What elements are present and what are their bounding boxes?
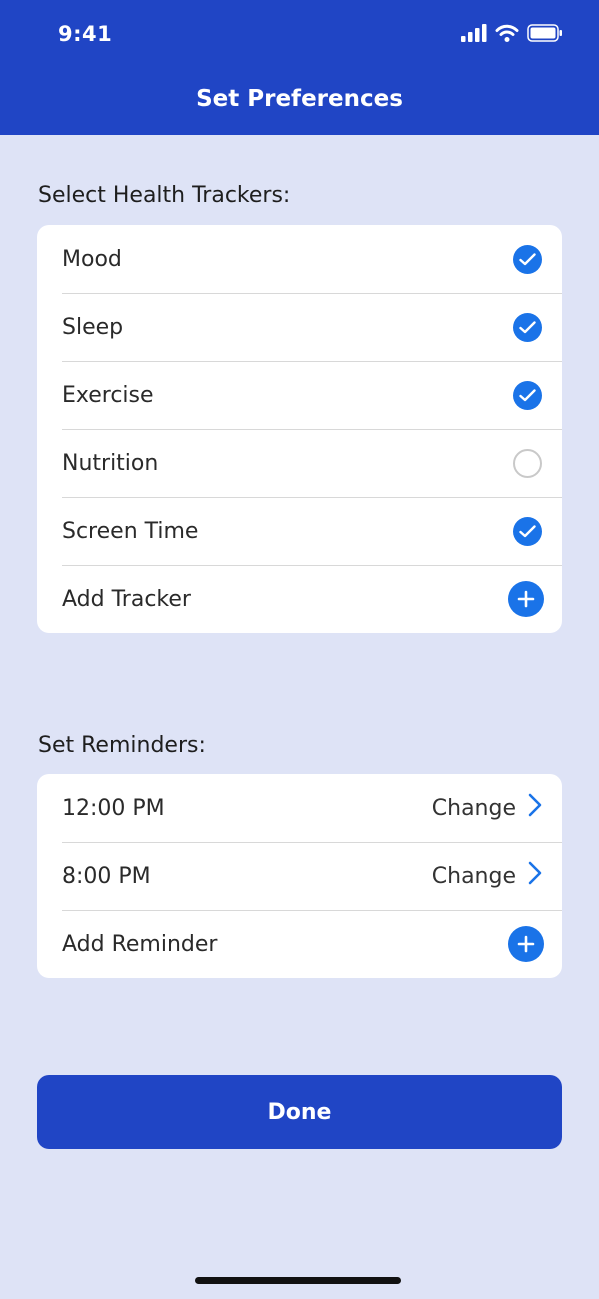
reminders-list: 12:00 PM Change 8:00 PM Change Add Remin…: [37, 774, 562, 978]
checkmark-icon[interactable]: [513, 244, 542, 274]
add-reminder-label: Add Reminder: [62, 931, 218, 957]
unchecked-circle-icon[interactable]: [513, 448, 542, 478]
chevron-right-icon: [528, 861, 542, 891]
trackers-list: Mood Sleep Exercise Nutrition Screen Tim…: [37, 225, 562, 633]
reminders-section-title: Set Reminders:: [38, 733, 206, 758]
checkmark-icon[interactable]: [513, 312, 542, 342]
checkmark-icon[interactable]: [513, 516, 542, 546]
add-reminder-row[interactable]: Add Reminder: [37, 910, 562, 978]
tracker-row-mood[interactable]: Mood: [37, 225, 562, 293]
done-button[interactable]: Done: [37, 1075, 562, 1149]
change-button[interactable]: Change: [432, 861, 542, 891]
tracker-row-nutrition[interactable]: Nutrition: [37, 429, 562, 497]
status-time: 9:41: [58, 22, 113, 46]
tracker-row-screen-time[interactable]: Screen Time: [37, 497, 562, 565]
add-tracker-label: Add Tracker: [62, 586, 191, 612]
tracker-label: Exercise: [62, 382, 154, 408]
tracker-label: Mood: [62, 246, 122, 272]
plus-icon[interactable]: [508, 581, 544, 617]
reminder-row[interactable]: 12:00 PM Change: [37, 774, 562, 842]
wifi-icon: [495, 24, 519, 46]
home-indicator: [195, 1277, 401, 1284]
tracker-row-exercise[interactable]: Exercise: [37, 361, 562, 429]
reminder-time: 12:00 PM: [62, 795, 165, 821]
change-button[interactable]: Change: [432, 793, 542, 823]
plus-icon[interactable]: [508, 926, 544, 962]
tracker-label: Sleep: [62, 314, 124, 340]
status-icons: [461, 24, 563, 46]
checkmark-icon[interactable]: [513, 380, 542, 410]
trackers-section-title: Select Health Trackers:: [38, 183, 291, 208]
reminder-row[interactable]: 8:00 PM Change: [37, 842, 562, 910]
tracker-label: Screen Time: [62, 518, 199, 544]
add-tracker-row[interactable]: Add Tracker: [37, 565, 562, 633]
tracker-label: Nutrition: [62, 450, 159, 476]
battery-icon: [527, 24, 563, 46]
reminder-time: 8:00 PM: [62, 863, 151, 889]
change-label: Change: [431, 863, 516, 889]
app-header: 9:41 Set Preferences: [0, 0, 599, 135]
tracker-row-sleep[interactable]: Sleep: [37, 293, 562, 361]
chevron-right-icon: [528, 793, 542, 823]
signal-icon: [461, 24, 487, 46]
page-title: Set Preferences: [196, 86, 403, 112]
change-label: Change: [431, 795, 516, 821]
